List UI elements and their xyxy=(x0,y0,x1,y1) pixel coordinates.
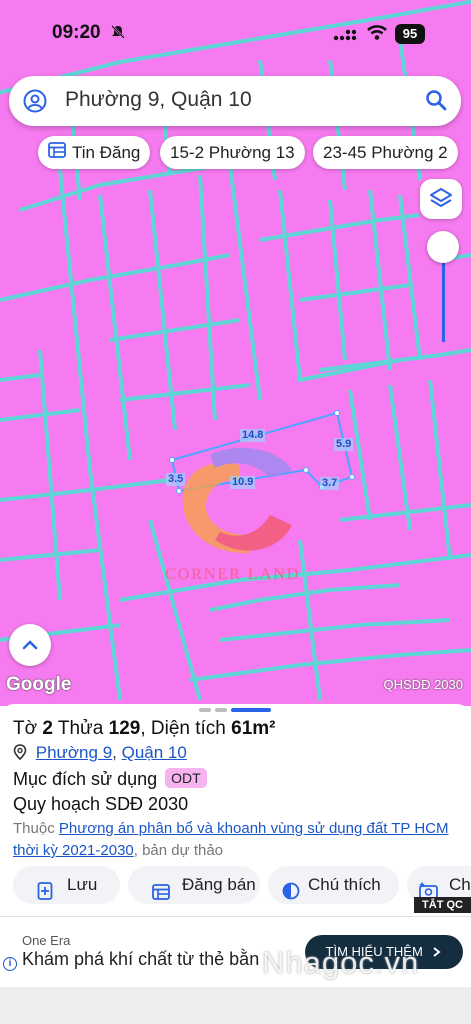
bookmark-add-icon xyxy=(37,876,53,914)
land-use-code-badge[interactable]: ODT xyxy=(165,768,207,788)
google-logo: Google xyxy=(6,674,72,695)
parcel-info-sheet: Tờ 2 Thửa 129, Diện tích 61m² Phường 9, … xyxy=(0,704,471,916)
dimension-label: 3.5 xyxy=(166,473,186,486)
wifi-icon xyxy=(366,22,388,47)
clock: 09:20 xyxy=(52,22,101,43)
parcel-location: Phường 9, Quận 10 xyxy=(13,743,187,763)
contrast-icon xyxy=(282,876,300,914)
chip-listings[interactable]: Tin Đăng xyxy=(38,136,151,169)
opacity-slider-track[interactable] xyxy=(442,258,445,342)
chip-label: 15-2 Phường 13 xyxy=(170,143,295,162)
search-icon[interactable] xyxy=(425,89,447,116)
close-ad-button[interactable]: TẮT QC xyxy=(414,897,471,913)
chevron-up-icon xyxy=(22,640,38,650)
legend-button[interactable]: Chú thích xyxy=(268,866,399,904)
dimension-label: 10.9 xyxy=(230,476,256,489)
collapse-sheet-button[interactable] xyxy=(9,624,51,666)
plan-source-note: Thuộc Phương án phân bổ và khoanh vùng s… xyxy=(13,820,449,859)
cellular-signal-icon xyxy=(333,27,357,46)
ad-info-icon[interactable]: i xyxy=(3,957,17,971)
sheet-drag-handle[interactable] xyxy=(199,708,273,714)
chevron-right-icon xyxy=(433,947,442,957)
battery-indicator: 95 xyxy=(395,24,425,44)
map-layer-label: QHSDĐ 2030 xyxy=(383,677,463,692)
parcel-title: Tờ 2 Thửa 129, Diện tích 61m² xyxy=(13,718,276,739)
dimension-label: 14.8 xyxy=(240,429,266,442)
land-use-purpose: Mục đích sử dụng ODT xyxy=(13,768,207,790)
ad-headline: Khám phá khí chất từ thẻ bằn xyxy=(22,949,260,969)
plan-name: Quy hoạch SDĐ 2030 xyxy=(13,794,189,814)
search-bar[interactable]: Phường 9, Quận 10 xyxy=(9,76,461,126)
post-sale-button[interactable]: Đăng bán xyxy=(128,866,260,904)
chip-label: 23-45 Phường 2 xyxy=(323,143,448,162)
ad-banner[interactable]: i One Era Khám phá khí chất từ thẻ bằn T… xyxy=(0,916,471,986)
district-link[interactable]: Quận 10 xyxy=(122,743,187,762)
dimension-label: 3.7 xyxy=(320,477,340,490)
bottom-area xyxy=(0,987,471,1024)
sheet-number: 2 xyxy=(42,718,53,739)
ad-brand: One Era xyxy=(22,933,71,948)
site-watermark: Nhagoc.vn xyxy=(262,945,420,980)
search-query[interactable]: Phường 9, Quận 10 xyxy=(65,88,252,112)
watermark-logo-text: CORNER LAND xyxy=(165,566,301,583)
chip-label: Tin Đăng xyxy=(72,143,141,162)
location-pin-icon xyxy=(13,744,27,761)
parcel-number: 129 xyxy=(108,718,141,739)
opacity-slider-thumb[interactable] xyxy=(427,231,459,263)
chip-recent-search[interactable]: 23-45 Phường 2 xyxy=(313,136,458,169)
ward-link[interactable]: Phường 9 xyxy=(36,743,112,762)
parcel-area: 61m² xyxy=(231,718,276,739)
dimension-label: 5.9 xyxy=(334,438,354,451)
plan-source-link[interactable]: Phương án phân bổ và khoanh vùng sử dụng… xyxy=(13,820,448,859)
account-icon[interactable] xyxy=(23,89,47,118)
status-bar: 09:20 95 xyxy=(0,0,471,60)
layers-button[interactable] xyxy=(420,179,462,219)
layers-icon xyxy=(430,188,452,207)
bell-muted-icon xyxy=(110,24,126,44)
save-button[interactable]: Lưu xyxy=(13,866,120,904)
listing-table-icon xyxy=(48,136,66,169)
listing-table-icon xyxy=(152,876,170,914)
chip-recent-search[interactable]: 15-2 Phường 13 xyxy=(160,136,305,169)
